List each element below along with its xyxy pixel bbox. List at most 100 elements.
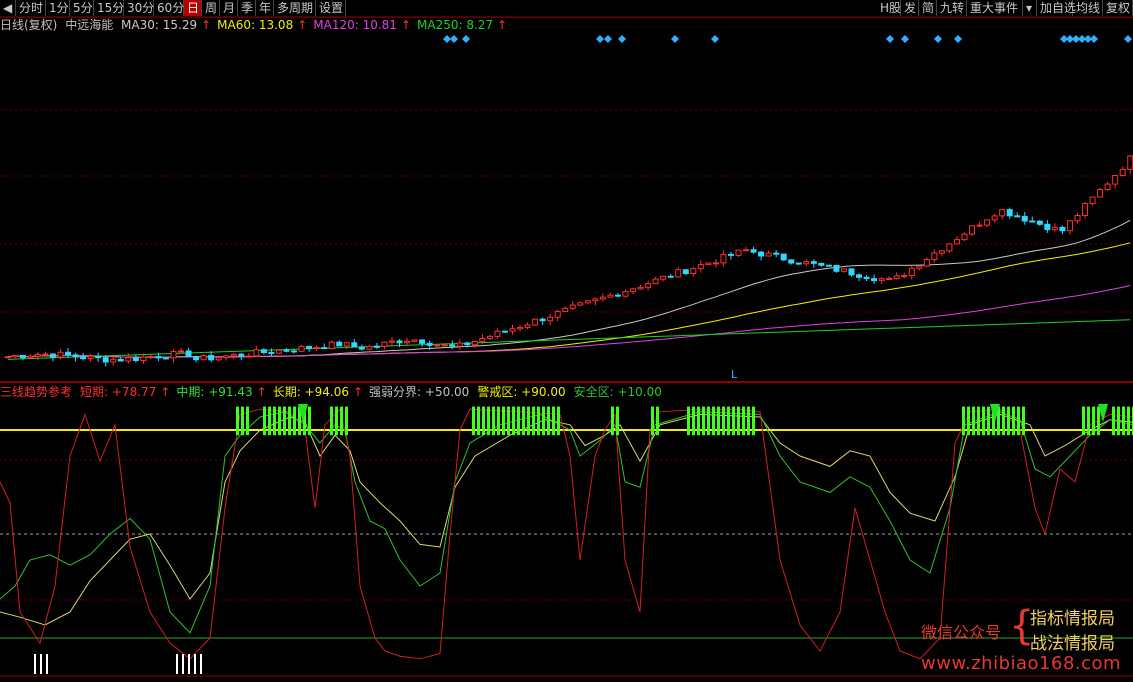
- signal-bar: [512, 406, 515, 436]
- candle-body: [275, 349, 282, 354]
- signal-diamond-icon: [711, 35, 719, 43]
- candle-body: [132, 357, 139, 362]
- candle-body: [743, 249, 750, 252]
- signal-bar: [552, 406, 555, 436]
- bottom-signal-bar: [194, 654, 196, 674]
- candle-body: [434, 344, 441, 347]
- candle-body: [449, 344, 456, 347]
- bottom-signal-bar: [46, 654, 48, 674]
- candle-body: [140, 356, 147, 362]
- signal-diamond-icon: [901, 35, 909, 43]
- indicator-info-line: 三线趋势参考 短期: +78.77 ↑ 中期: +91.43 ↑ 长期: +94.06 ↑ 强…: [0, 384, 670, 400]
- candle-body: [735, 249, 742, 256]
- candle-body: [539, 318, 546, 322]
- candle-body: [298, 345, 305, 352]
- candle-body: [999, 209, 1006, 217]
- candle-body: [524, 324, 531, 328]
- signal-bar: [507, 406, 510, 436]
- signal-diamond-icon: [1124, 35, 1132, 43]
- candle-body: [65, 351, 72, 356]
- signal-bar: [962, 406, 965, 436]
- candle-body: [12, 354, 19, 358]
- signal-bar: [517, 406, 520, 436]
- candle-body: [185, 350, 192, 358]
- candle-body: [675, 269, 682, 278]
- signal-bar: [1122, 406, 1125, 436]
- candle-body: [72, 354, 79, 358]
- signal-bar: [722, 406, 725, 436]
- chart-canvas[interactable]: L: [0, 0, 1133, 682]
- candle-body: [366, 345, 373, 350]
- candle-body: [19, 354, 26, 359]
- candle-body: [893, 275, 900, 279]
- signal-diamond-icon: [934, 35, 942, 43]
- signal-bar: [241, 406, 244, 436]
- candle-body: [916, 265, 923, 269]
- signal-diamond-icon: [596, 35, 604, 43]
- ma120-line: [7, 285, 1131, 358]
- candle-body: [268, 352, 275, 355]
- up-arrow-icon: ↑: [352, 385, 364, 399]
- candle-body: [49, 353, 56, 358]
- candle-body: [1029, 220, 1036, 223]
- candle-body: [223, 355, 230, 359]
- indicator-label-2: 长期: +94.06: [272, 385, 349, 399]
- candle-body: [712, 262, 719, 265]
- signal-bar: [542, 406, 545, 436]
- signal-bar: [1002, 406, 1005, 436]
- bottom-signal-bar: [188, 654, 190, 674]
- candle-body: [614, 294, 621, 297]
- candle-body: [4, 356, 11, 359]
- candle-body: [471, 340, 478, 346]
- candle-body: [697, 264, 704, 270]
- candle-body: [200, 355, 207, 361]
- candle-body: [351, 342, 358, 348]
- up-arrow-icon: ↑: [160, 385, 171, 399]
- candle-body: [328, 341, 335, 350]
- candle-body: [863, 276, 870, 280]
- candle-body: [404, 340, 411, 344]
- signal-bar: [263, 406, 266, 436]
- signal-bar: [288, 406, 291, 436]
- candle-body: [245, 355, 252, 358]
- candle-body: [991, 215, 998, 221]
- signal-bar: [268, 406, 271, 436]
- candle-body: [260, 349, 267, 354]
- signal-bar: [330, 406, 333, 436]
- candle-body: [645, 283, 652, 288]
- candle-body: [727, 253, 734, 256]
- signal-bar: [732, 406, 735, 436]
- candle-body: [336, 341, 343, 347]
- signal-bar: [487, 406, 490, 436]
- candle-body: [1059, 226, 1066, 232]
- signal-bar: [1112, 406, 1115, 436]
- candle-body: [795, 262, 802, 265]
- candle-body: [780, 253, 787, 261]
- candle-body: [607, 294, 614, 298]
- candle-body: [1021, 215, 1028, 222]
- signal-bar: [278, 406, 281, 436]
- signal-bar: [522, 406, 525, 436]
- candle-body: [758, 251, 765, 257]
- candle-body: [705, 262, 712, 266]
- signal-bar: [687, 406, 690, 436]
- signal-bar: [532, 406, 535, 436]
- signal-bar: [616, 406, 619, 436]
- candle-body: [592, 298, 599, 302]
- signal-bar: [967, 406, 970, 436]
- candle-body: [230, 353, 237, 357]
- signal-bar: [497, 406, 500, 436]
- candle-body: [569, 304, 576, 309]
- signal-diamond-icon: [1090, 35, 1098, 43]
- signal-bar: [717, 406, 720, 436]
- signal-bar: [477, 406, 480, 436]
- candle-body: [901, 275, 908, 278]
- candle-body: [306, 345, 313, 349]
- candle-body: [682, 269, 689, 275]
- candle-body: [1119, 168, 1126, 176]
- candle-body: [690, 268, 697, 275]
- signal-bar: [557, 406, 560, 436]
- candle-body: [931, 252, 938, 261]
- candle-body: [652, 278, 659, 285]
- watermark-url: www.zhibiao168.com: [921, 653, 1122, 674]
